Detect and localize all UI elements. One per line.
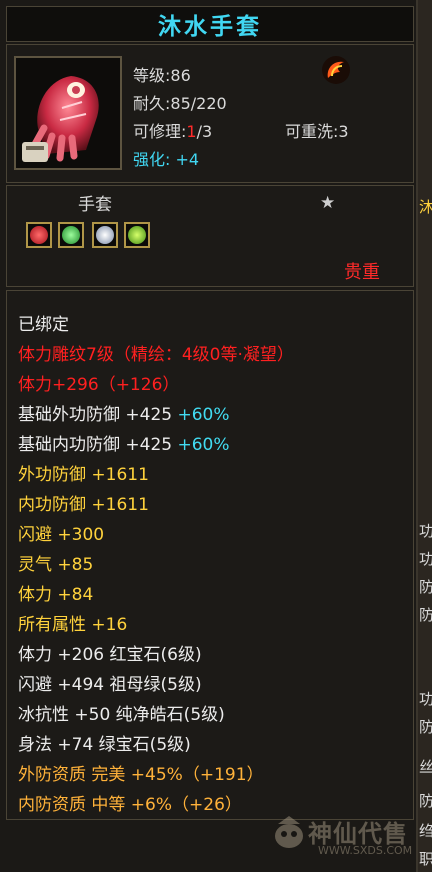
side-text: 防 — [419, 578, 432, 596]
item-durability: 耐久:85/220 — [133, 94, 227, 113]
property-gem-green: 身法 +74 绿宝石(5级) — [18, 735, 191, 755]
side-text: 防 — [419, 606, 432, 624]
side-text: 功 — [419, 522, 432, 540]
property-all-attributes: 所有属性 +16 — [18, 615, 128, 635]
property-outer-aptitude: 外防资质 完美 +45%（+191） — [18, 765, 264, 785]
watermark: 神仙代售 WWW.SXDS.COM — [272, 812, 422, 862]
property-engrave: 体力雕纹7级（精绘：4级0等·凝望） — [18, 345, 294, 365]
background-window-edge — [418, 0, 432, 872]
property-spirit: 灵气 +85 — [18, 555, 94, 575]
property-inner-aptitude: 内防资质 中等 +6%（+26） — [18, 795, 242, 815]
side-text: 丝 — [419, 758, 432, 776]
red-gem-icon[interactable] — [26, 222, 52, 248]
property-base-inner-defense: 基础内功防御 +425 +60% — [18, 435, 230, 455]
property-outer-defense: 外功防御 +1611 — [18, 465, 149, 485]
property-gem-ruby: 体力 +206 红宝石(6级) — [18, 645, 202, 665]
star-icon: ★ — [320, 193, 336, 213]
gauntlet-item-icon[interactable] — [14, 56, 122, 170]
watermark-url: WWW.SXDS.COM — [318, 844, 413, 857]
watermark-logo-icon — [275, 816, 303, 848]
item-repair: 可修理:1/3 — [133, 122, 213, 141]
item-quality: 贵重 — [344, 262, 380, 283]
side-text: 防 — [419, 718, 432, 736]
item-rewash: 可重洗:3 — [285, 122, 349, 141]
gauntlet-icon — [22, 76, 99, 162]
bound-badge-icon — [22, 142, 48, 162]
white-gem-icon[interactable] — [92, 222, 118, 248]
side-text: 防 — [419, 792, 432, 810]
item-type: 手套 — [78, 195, 112, 215]
property-stamina: 体力 +84 — [18, 585, 94, 605]
item-tooltip: 沐水手套 等级:86 耐久:85/220 可修理:1/3 可重洗:3 强化: +… — [0, 0, 418, 872]
side-text: 功 — [419, 550, 432, 568]
gem-skill-icon — [322, 56, 350, 84]
item-level: 等级:86 — [133, 66, 191, 85]
property-inner-defense: 内功防御 +1611 — [18, 495, 149, 515]
side-text: 沐 — [419, 198, 432, 216]
emerald-gem-icon[interactable] — [124, 222, 150, 248]
side-text: 功 — [419, 690, 432, 708]
property-stamina-engrave: 体力+296（+126） — [18, 375, 180, 395]
property-bound: 已绑定 — [18, 315, 69, 335]
item-enhance: 强化: +4 — [133, 150, 200, 169]
property-gem-emerald: 闪避 +494 祖母绿(5级) — [18, 675, 202, 695]
property-dodge: 闪避 +300 — [18, 525, 105, 545]
green-gem-icon[interactable] — [58, 222, 84, 248]
item-name-title: 沐水手套 — [6, 6, 414, 42]
property-gem-crystal: 冰抗性 +50 纯净皓石(5级) — [18, 705, 225, 725]
property-base-outer-defense: 基础外功防御 +425 +60% — [18, 405, 230, 425]
